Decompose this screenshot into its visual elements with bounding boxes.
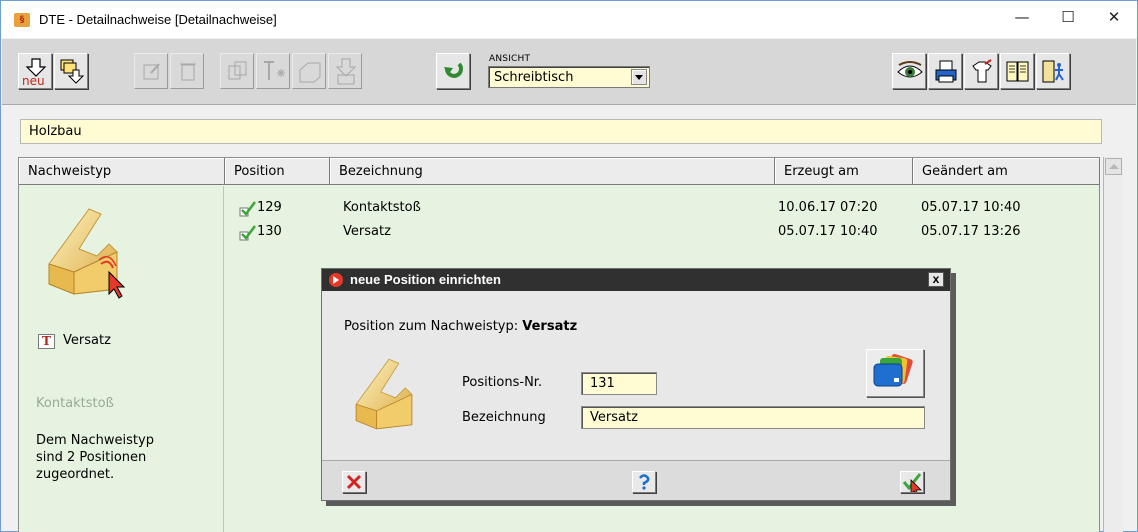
positions-nr-value: 131 — [590, 376, 615, 391]
delete-button[interactable] — [170, 53, 204, 89]
dialog-heading: Position zum Nachweistyp: Versatz — [344, 319, 577, 334]
close-window-button[interactable]: ✕ — [1091, 1, 1137, 34]
exit-door-icon — [1042, 60, 1064, 83]
row-geaendert: 05.07.17 10:40 — [921, 200, 1021, 215]
scroll-up-icon[interactable] — [1105, 158, 1122, 175]
edit-button[interactable] — [134, 53, 168, 89]
path-text: Holzbau — [29, 124, 82, 139]
bezeichnung-label: Bezeichnung — [462, 410, 546, 425]
dialog-footer — [322, 460, 950, 500]
window-title: DTE - Detailnachweise [Detailnachweise] — [39, 12, 277, 27]
card-button[interactable] — [866, 349, 924, 397]
ok-button[interactable] — [900, 471, 924, 498]
manual-button[interactable] — [1000, 53, 1034, 89]
versatz-dialog-icon — [355, 358, 413, 430]
refresh-button[interactable] — [436, 53, 470, 89]
maximize-button[interactable]: ☐ — [1045, 1, 1091, 34]
row-position: 130 — [257, 224, 282, 239]
copy-icon — [228, 61, 247, 80]
minimize-button[interactable]: — — [999, 1, 1045, 34]
checkmark-icon — [902, 473, 922, 498]
export-button[interactable] — [328, 53, 362, 89]
column-header-bezeichnung[interactable]: Bezeichnung — [330, 158, 775, 185]
text-type-icon: T — [38, 334, 55, 349]
settings-button[interactable] — [964, 53, 998, 89]
ansicht-label: ANSICHT — [489, 54, 531, 64]
cancel-x-icon — [346, 474, 362, 490]
column-header-position[interactable]: Position — [225, 158, 330, 185]
new-type-button[interactable] — [256, 53, 290, 89]
selected-type-label[interactable]: Versatz — [63, 333, 111, 348]
column-header-geaendert[interactable]: Geändert am — [913, 158, 1100, 185]
edit-icon — [143, 63, 160, 80]
arrow-right-icon — [329, 273, 343, 287]
new-button[interactable]: neu — [18, 53, 52, 89]
column-header-nachweistyp[interactable]: Nachweistyp — [19, 158, 225, 185]
row-bezeichnung: Versatz — [343, 224, 391, 239]
bezeichnung-input[interactable]: Versatz — [581, 406, 925, 429]
row-erzeugt: 05.07.17 10:40 — [778, 224, 878, 239]
type-panel: T Versatz Kontaktstoß Dem Nachweistyp si… — [19, 186, 224, 532]
dialog-close-button[interactable]: x — [928, 272, 944, 287]
table-row[interactable]: 129 Kontaktstoß 10.06.17 07:20 05.07.17 … — [227, 200, 1097, 218]
chevron-down-icon[interactable] — [631, 69, 647, 85]
table-row[interactable]: 130 Versatz 05.07.17 10:40 05.07.17 13:2… — [227, 224, 1097, 242]
title-bar: § DTE - Detailnachweise [Detailnachweise… — [1, 1, 1137, 38]
row-bezeichnung: Kontaktstoß — [343, 200, 421, 215]
printer-icon — [935, 60, 957, 83]
dialog-heading-type: Versatz — [522, 319, 578, 334]
row-erzeugt: 10.06.17 07:20 — [778, 200, 878, 215]
dialog-title-bar: neue Position einrichten x — [322, 269, 950, 291]
help-question-icon — [639, 474, 650, 490]
refresh-arrow-icon — [444, 62, 463, 78]
check-icon — [239, 201, 256, 217]
positions-nr-input[interactable]: 131 — [581, 372, 657, 395]
book-icon — [1006, 61, 1029, 82]
ansicht-select[interactable]: Schreibtisch — [488, 66, 650, 88]
ansicht-value: Schreibtisch — [494, 70, 574, 85]
positions-nr-label: Positions-Nr. — [462, 375, 543, 390]
bezeichnung-value: Versatz — [590, 410, 638, 425]
dialog-heading-prefix: Position zum Nachweistyp: — [344, 319, 519, 334]
app-window: § DTE - Detailnachweise [Detailnachweise… — [0, 0, 1138, 532]
vertical-scrollbar[interactable] — [1103, 157, 1123, 532]
new-button-label: neu — [22, 74, 45, 88]
view-button[interactable] — [892, 53, 926, 89]
print-button[interactable] — [928, 53, 962, 89]
cards-icon — [873, 354, 913, 387]
export-icon — [335, 58, 357, 85]
row-position: 129 — [257, 200, 282, 215]
column-header-erzeugt[interactable]: Erzeugt am — [775, 158, 913, 185]
check-icon — [239, 225, 256, 241]
archive-icon — [299, 62, 321, 83]
archive-button[interactable] — [292, 53, 326, 89]
cancel-button[interactable] — [342, 471, 366, 493]
import-icon — [60, 59, 85, 84]
type-star-icon — [264, 61, 285, 80]
toolbar: neu ANSICHT Schreibtisch — [2, 39, 1136, 105]
shirt-tools-icon — [972, 59, 992, 83]
help-button[interactable] — [632, 471, 656, 493]
copy-button[interactable] — [220, 53, 254, 89]
eye-icon — [897, 61, 923, 78]
import-button[interactable] — [54, 53, 88, 89]
new-position-dialog: neue Position einrichten x Position zum … — [321, 268, 951, 501]
type-info-text: Dem Nachweistyp sind 2 Positionen zugeor… — [36, 433, 154, 482]
dialog-title: neue Position einrichten — [350, 272, 501, 287]
row-geaendert: 05.07.17 13:26 — [921, 224, 1021, 239]
trash-icon — [180, 63, 196, 81]
versatz-type-icon[interactable] — [39, 194, 149, 304]
exit-button[interactable] — [1036, 53, 1070, 89]
app-icon: § — [14, 13, 30, 27]
path-field[interactable]: Holzbau — [20, 119, 1102, 144]
other-type-label[interactable]: Kontaktstoß — [36, 396, 114, 411]
